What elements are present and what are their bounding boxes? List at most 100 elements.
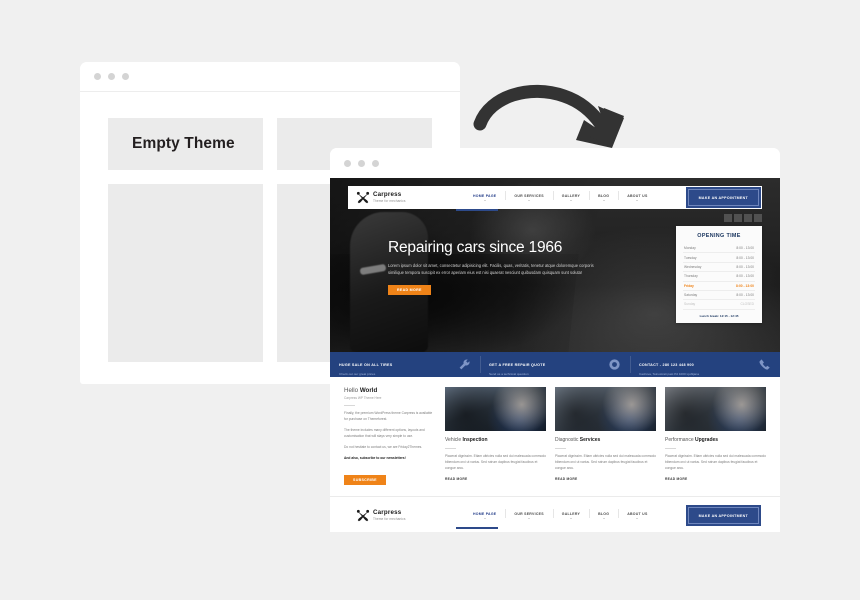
active-nav-underline [456, 527, 498, 529]
facebook-icon[interactable] [724, 214, 732, 222]
info-strip-quote[interactable]: GET A FREE REPAIR QUOTE Send us a techni… [480, 352, 630, 377]
footer-nav-menu: HOME PAGE OUR SERVICES GALLERY BLOG ABOU… [464, 509, 688, 519]
footer-make-appointment-button[interactable]: MAKE AN APPOINTMENT [685, 505, 762, 526]
tire-icon [609, 359, 620, 370]
secondary-nav-section: Carpress Theme for mechanics HOME PAGE O… [330, 496, 780, 532]
window-close-dot[interactable] [94, 73, 101, 80]
card-text: Placerat dignissim. Etiam ultricies null… [665, 454, 766, 470]
make-appointment-button[interactable]: MAKE AN APPOINTMENT [685, 187, 762, 208]
phone-icon [759, 359, 770, 370]
google-plus-icon[interactable] [744, 214, 752, 222]
footer-nav-item-gallery[interactable]: GALLERY [552, 509, 589, 519]
divider [665, 448, 676, 449]
card-read-more-link[interactable]: READ MORE [555, 477, 656, 481]
theme-preview-browser-window: Carpress Theme for mechanics HOME PAGE O… [330, 148, 780, 532]
service-card-diagnostic-services[interactable]: Diagnostic Services Placerat dignissim. … [555, 387, 656, 486]
hero-paragraph: Lorem ipsum dolor sit amet, consectetur … [388, 263, 594, 276]
opening-row-friday: Friday 8:00 - 13:00 [683, 282, 755, 291]
footer-nav-item-home-page[interactable]: HOME PAGE [464, 512, 505, 519]
placeholder-block-bottom-left [108, 184, 263, 362]
hero-heading: Repairing cars since 1966 [388, 239, 563, 256]
mechanic-with-car-photo [445, 387, 546, 431]
chevron-down-icon [636, 199, 639, 201]
social-icon-list [724, 214, 762, 222]
info-strip: HUGE SALE ON ALL TIRES Check out our gre… [330, 352, 780, 377]
opening-row-saturday: Saturday 8:00 - 13:00 [683, 291, 755, 301]
info-strip-title: GET A FREE REPAIR QUOTE [489, 362, 546, 367]
youtube-icon[interactable] [754, 214, 762, 222]
info-strip-subtitle: Cacilova, Teinostrati past Pd 1000 Ljubl… [639, 372, 699, 377]
info-strip-subtitle: Send us a technical question [489, 372, 529, 377]
site-logo[interactable]: Carpress Theme for mechanics [356, 191, 434, 205]
opening-row-thursday: Thursday 8:00 - 13:00 [683, 272, 755, 282]
hero-section: Carpress Theme for mechanics HOME PAGE O… [330, 178, 780, 352]
footer-nav-item-about-us[interactable]: ABOUT US [618, 509, 656, 519]
hello-world-subtitle: Carpress WP Theme Here [344, 396, 382, 400]
logo-tagline: Theme for mechanics [373, 516, 406, 521]
opening-row-monday: Monday 8:00 - 13:00 [683, 244, 755, 254]
window-minimize-dot[interactable] [108, 73, 115, 80]
footer-nav-item-our-services[interactable]: OUR SERVICES [505, 509, 552, 519]
chevron-down-icon [636, 517, 639, 519]
chevron-down-icon [528, 517, 531, 519]
preview-window-titlebar [330, 148, 780, 178]
service-card-performance-upgrades[interactable]: Performance Upgrades Placerat dignissim.… [665, 387, 766, 486]
opening-row-tuesday: Tuesday 8:00 - 13:00 [683, 253, 755, 263]
info-strip-subtitle: Check out our great prices [339, 372, 376, 377]
info-strip-tires[interactable]: HUGE SALE ON ALL TIRES Check out our gre… [330, 352, 480, 377]
theme-preview-viewport: Carpress Theme for mechanics HOME PAGE O… [330, 178, 780, 532]
card-read-more-link[interactable]: READ MORE [665, 477, 766, 481]
twitter-icon[interactable] [734, 214, 742, 222]
screenshot-stage: Empty Theme Carpress Theme for mechanics… [0, 0, 860, 600]
hello-paragraph-1: Finally, the premium WordPress theme Car… [344, 411, 433, 421]
service-cards: Vehicle Inspection Placerat dignissim. E… [445, 387, 766, 486]
info-strip-contact[interactable]: CONTACT - 280 123 448 900 Cacilova, Tein… [630, 352, 780, 377]
nav-item-gallery[interactable]: GALLERY [552, 191, 589, 201]
window-maximize-dot[interactable] [372, 159, 379, 167]
window-maximize-dot[interactable] [122, 73, 129, 80]
info-strip-title: CONTACT - 280 123 448 900 [639, 362, 694, 367]
content-section: Hello World Carpress WP Theme Here Final… [330, 377, 780, 486]
card-text: Placerat dignissim. Etiam ultricies null… [555, 454, 656, 470]
window-minimize-dot[interactable] [358, 159, 365, 167]
hello-world-column: Hello World Carpress WP Theme Here Final… [344, 387, 436, 486]
wrench-screwdriver-icon [356, 509, 370, 521]
empty-theme-title-block: Empty Theme [108, 118, 263, 170]
window-close-dot[interactable] [344, 159, 351, 167]
hello-paragraph-2: The theme includes many different option… [344, 427, 425, 438]
chevron-down-icon [602, 199, 605, 201]
divider [344, 405, 355, 406]
hello-paragraph-3: Do not hesitate to contact us, we are Fr… [344, 444, 423, 449]
hero-copy: Repairing cars since 1966 Lorem ipsum do… [388, 239, 600, 296]
mechanic-diagnostics-photo [555, 387, 656, 431]
nav-menu: HOME PAGE OUR SERVICES GALLERY BLOG ABOU… [464, 191, 688, 201]
nav-item-home-page[interactable]: HOME PAGE [464, 194, 505, 201]
wrench-icon [459, 359, 470, 370]
secondary-nav: Carpress Theme for mechanics HOME PAGE O… [348, 504, 762, 527]
nav-item-about-us[interactable]: ABOUT US [618, 191, 656, 201]
nav-item-our-services[interactable]: OUR SERVICES [505, 191, 552, 201]
opening-time-card: OPENING TIME Monday 8:00 - 13:00 Tuesday… [676, 226, 762, 323]
logo-name: Carpress [373, 509, 402, 517]
service-card-vehicle-inspection[interactable]: Vehicle Inspection Placerat dignissim. E… [445, 387, 546, 486]
card-title: Performance Upgrades [665, 437, 719, 443]
newsletter-prompt: And also, subscribe to our newsletters! [344, 455, 406, 460]
primary-nav-wrapper: Carpress Theme for mechanics HOME PAGE O… [348, 186, 762, 211]
info-strip-title: HUGE SALE ON ALL TIRES [339, 362, 393, 367]
mechanic-engine-photo [665, 387, 766, 431]
opening-row-wednesday: Wednesday 8:00 - 13:00 [683, 263, 755, 273]
curved-arrow-icon [473, 84, 624, 148]
card-read-more-link[interactable]: READ MORE [445, 477, 546, 481]
chevron-down-icon [528, 199, 531, 201]
primary-nav: Carpress Theme for mechanics HOME PAGE O… [348, 186, 762, 209]
site-logo-footer[interactable]: Carpress Theme for mechanics [356, 509, 434, 523]
card-text: Placerat dignissim. Etiam ultricies null… [445, 454, 546, 470]
chevron-down-icon [602, 517, 605, 519]
subscribe-button[interactable]: SUBSCRIBE [344, 474, 386, 485]
footer-nav-item-blog[interactable]: BLOG [589, 509, 618, 519]
chevron-down-icon [483, 199, 486, 201]
chevron-down-icon [483, 517, 486, 519]
hero-read-more-button[interactable]: READ MORE [388, 284, 431, 295]
nav-item-blog[interactable]: BLOG [589, 191, 618, 201]
logo-name: Carpress [373, 191, 402, 199]
